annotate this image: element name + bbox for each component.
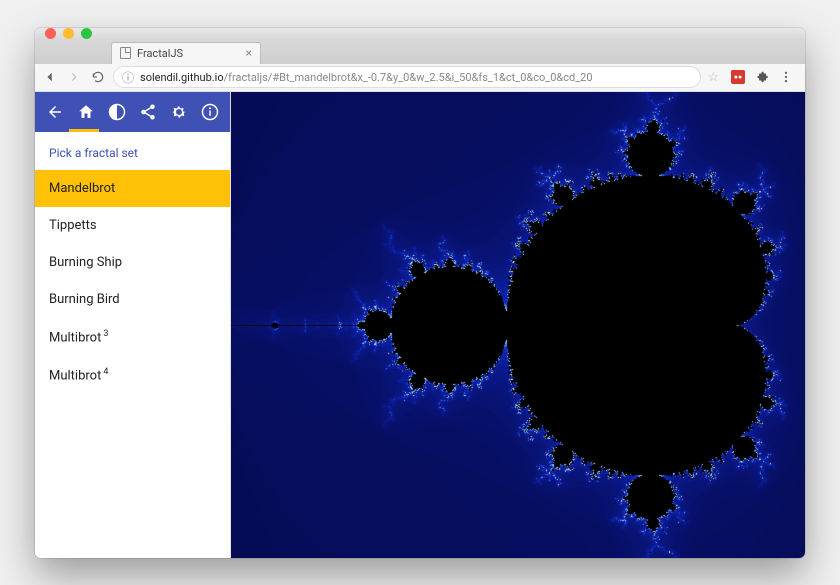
browser-window: FractalJS × ⓘ solendil.github.io/fractal… [35, 28, 805, 558]
fractal-set-item[interactable]: Burning Bird [35, 281, 230, 318]
info-icon[interactable] [195, 92, 226, 132]
bookmark-star-icon[interactable]: ☆ [707, 70, 719, 85]
window-zoom-button[interactable] [81, 28, 92, 39]
app-content: Pick a fractal set MandelbrotTippettsBur… [35, 92, 805, 558]
fractal-set-list: MandelbrotTippettsBurning ShipBurning Bi… [35, 170, 230, 395]
puzzle-icon[interactable] [755, 70, 769, 84]
page-icon [120, 47, 131, 59]
sidebar: Pick a fractal set MandelbrotTippettsBur… [35, 92, 231, 558]
window-minimize-button[interactable] [63, 28, 74, 39]
pick-fractal-label: Pick a fractal set [35, 132, 230, 170]
contrast-icon[interactable] [101, 92, 132, 132]
tab-strip: FractalJS × [35, 40, 805, 64]
menu-icon[interactable] [779, 70, 793, 84]
home-icon[interactable] [70, 92, 101, 132]
traffic-lights [45, 28, 92, 39]
close-tab-icon[interactable]: × [246, 47, 252, 59]
fractal-canvas[interactable] [231, 92, 805, 558]
nav-forward-button[interactable] [65, 68, 83, 86]
nav-back-button[interactable] [41, 68, 59, 86]
window-titlebar [35, 28, 805, 40]
sidebar-toolbar [35, 92, 230, 132]
site-info-icon[interactable]: ⓘ [122, 69, 134, 86]
fractal-set-item[interactable]: Multibrot4 [35, 356, 230, 394]
share-icon[interactable] [133, 92, 164, 132]
fractal-set-item[interactable]: Tippetts [35, 207, 230, 244]
address-bar[interactable]: ⓘ solendil.github.io/fractaljs/#Bt_mande… [113, 66, 701, 88]
url-host: solendil.github.io [140, 71, 224, 84]
gear-icon[interactable] [164, 92, 195, 132]
fractal-set-item[interactable]: Multibrot3 [35, 318, 230, 356]
fractal-set-item[interactable]: Mandelbrot [35, 170, 230, 207]
window-close-button[interactable] [45, 28, 56, 39]
fractal-canvas-pane[interactable] [231, 92, 805, 558]
browser-toolbar: ⓘ solendil.github.io/fractaljs/#Bt_mande… [35, 64, 805, 92]
url-path: /fractaljs/#Bt_mandelbrot&x_-0.7&y_0&w_2… [224, 71, 593, 84]
fractal-set-item[interactable]: Burning Ship [35, 244, 230, 281]
tab-title: FractalJS [137, 47, 183, 60]
sidebar-back-button[interactable] [39, 92, 70, 132]
browser-tab[interactable]: FractalJS × [111, 42, 261, 64]
active-tab-underline [69, 129, 99, 132]
toolbar-right-icons: ●● [725, 70, 799, 84]
extension-icon[interactable]: ●● [731, 70, 745, 84]
reload-button[interactable] [89, 68, 107, 86]
